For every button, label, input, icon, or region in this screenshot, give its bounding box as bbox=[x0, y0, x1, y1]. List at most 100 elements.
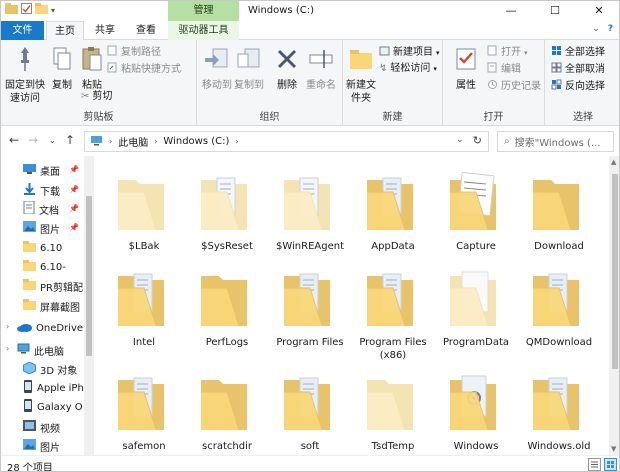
folder-item[interactable]: scratchdir bbox=[187, 370, 267, 466]
search-icon: ⌕ bbox=[504, 136, 510, 147]
refresh-icon[interactable]: ↻ bbox=[473, 134, 482, 147]
new-item-label: 新建项目 bbox=[393, 47, 433, 58]
edit-button[interactable]: 编辑 bbox=[487, 62, 521, 78]
folder-item[interactable]: Intel bbox=[104, 266, 184, 362]
folder-item[interactable]: safemon bbox=[104, 370, 184, 466]
tab-file[interactable]: 文件 bbox=[1, 21, 44, 40]
up-arrow-icon[interactable]: ↑ bbox=[65, 133, 75, 147]
nav-item-label: OneDrive bbox=[36, 322, 84, 334]
delete-x-icon bbox=[273, 45, 301, 77]
forward-arrow-icon[interactable]: → bbox=[28, 133, 38, 147]
new-folder-qat-icon[interactable] bbox=[35, 3, 48, 17]
nav-pane-scroll-thumb[interactable] bbox=[86, 196, 92, 356]
history-button[interactable]: 历史记录 bbox=[487, 79, 541, 95]
select-none-button[interactable]: 全部取消 bbox=[551, 62, 605, 78]
properties-check-icon[interactable] bbox=[21, 3, 32, 17]
history-icon bbox=[487, 79, 498, 95]
scroll-down-icon[interactable]: ▼ bbox=[611, 445, 616, 453]
copy-path-icon bbox=[107, 45, 118, 61]
folder-item[interactable]: QMDownload bbox=[519, 266, 599, 362]
folder-name: Program Files bbox=[276, 337, 344, 348]
folder-icon bbox=[197, 370, 259, 437]
copy-button[interactable]: 复制 bbox=[47, 45, 77, 92]
folder-name: soft bbox=[300, 441, 320, 452]
folder-item[interactable]: Windows bbox=[436, 370, 516, 466]
select-group: 全部选择 全部取消 反向选择 选择 bbox=[545, 40, 619, 126]
folder-item[interactable]: AppData bbox=[353, 170, 433, 266]
folder-item[interactable]: Program Files (x86) bbox=[353, 266, 433, 362]
folder-item[interactable]: Windows.old bbox=[519, 370, 599, 466]
nav-item-label: Galaxy O bbox=[37, 401, 83, 413]
details-view-icon[interactable] bbox=[588, 458, 601, 471]
onedrive-expand-chevron-icon[interactable]: › bbox=[6, 322, 9, 331]
pin-icon: 📌 bbox=[69, 185, 79, 194]
folder-name: Download bbox=[534, 241, 584, 252]
new-folder-button[interactable]: 新建文件夹 bbox=[345, 45, 377, 105]
qat-dropdown-icon[interactable]: ▾ bbox=[51, 6, 55, 15]
minimize-button[interactable]: — bbox=[489, 1, 533, 21]
ribbon: 固定到快速访问 复制 粘贴 复制路径 粘贴快捷方式 ✂ 剪切 剪贴板 移动到 复… bbox=[1, 40, 619, 126]
address-bar[interactable]: › 此电脑 › Windows (C:) › ⌄ ↻ bbox=[84, 131, 489, 152]
folder-item[interactable]: ProgramData bbox=[436, 266, 516, 362]
select-all-button[interactable]: 全部选择 bbox=[551, 45, 605, 61]
folder-icon bbox=[23, 260, 36, 274]
content-scrollbar[interactable]: ▲ ▼ bbox=[609, 156, 619, 455]
pin-quick-access-button[interactable]: 固定到快速访问 bbox=[3, 45, 47, 105]
address-dropdown-icon[interactable]: ⌄ bbox=[456, 134, 464, 145]
tab-share[interactable]: 共享 bbox=[87, 21, 123, 40]
select-none-icon bbox=[551, 62, 562, 78]
folder-icon bbox=[114, 266, 176, 333]
invert-selection-button[interactable]: 反向选择 bbox=[551, 79, 605, 95]
search-box[interactable]: ⌕ 搜索"Windows (... bbox=[497, 131, 614, 152]
new-item-button[interactable]: 新建项目 ▾ bbox=[379, 45, 440, 61]
delete-button[interactable]: 删除 bbox=[273, 45, 301, 92]
nav-item-label: 桌面 bbox=[40, 166, 60, 178]
easy-access-button[interactable]: ↯ 轻松访问 ▾ bbox=[379, 62, 437, 76]
new-folder-icon bbox=[345, 45, 377, 77]
move-to-icon bbox=[201, 45, 233, 77]
folder-item[interactable]: Program Files bbox=[270, 266, 350, 362]
paste-button[interactable]: 粘贴 bbox=[77, 45, 107, 92]
pin-icon: 📌 bbox=[69, 165, 79, 174]
open-group: 属性 打开 ▾ 编辑 历史记录 打开 bbox=[443, 40, 545, 126]
copy-path-button[interactable]: 复制路径 bbox=[107, 45, 161, 61]
nav-pane-scrollbar[interactable] bbox=[84, 156, 94, 455]
help-icon[interactable]: ? bbox=[608, 24, 613, 34]
open-button[interactable]: 打开 ▾ bbox=[487, 45, 528, 61]
breadcrumb-this-pc[interactable]: 此电脑 bbox=[118, 134, 148, 149]
collapse-ribbon-icon[interactable]: ⌄ bbox=[592, 24, 600, 34]
folder-item[interactable]: soft bbox=[270, 370, 350, 466]
close-button[interactable]: ✕ bbox=[577, 1, 619, 21]
this-pc-expand-chevron-icon[interactable]: › bbox=[6, 344, 9, 353]
folder-item[interactable]: Capture bbox=[436, 170, 516, 266]
rename-button[interactable]: 重命名 bbox=[303, 45, 339, 92]
maximize-button[interactable]: ☐ bbox=[533, 1, 577, 21]
breadcrumb-drive-c[interactable]: Windows (C:) bbox=[163, 136, 229, 147]
copy-to-button[interactable]: 复制到 bbox=[233, 45, 265, 92]
properties-button[interactable]: 属性 bbox=[451, 45, 481, 92]
new-folder-label: 新建文件夹 bbox=[346, 80, 376, 104]
tab-home[interactable]: 主页 bbox=[46, 21, 84, 41]
invert-selection-label: 反向选择 bbox=[565, 81, 605, 92]
scroll-up-icon[interactable]: ▲ bbox=[611, 158, 616, 166]
folder-item[interactable]: PerfLogs bbox=[187, 266, 267, 362]
folder-item[interactable]: $WinREAgent bbox=[270, 170, 350, 266]
folder-name: Windows.old bbox=[527, 441, 591, 452]
folder-item[interactable]: Download bbox=[519, 170, 599, 266]
back-arrow-icon[interactable]: ← bbox=[9, 133, 19, 147]
this-pc-small-icon bbox=[90, 135, 103, 149]
tab-view[interactable]: 查看 bbox=[126, 21, 166, 40]
file-list-area: $LBak $SysReset $WinREAgent AppData Capture D… bbox=[94, 156, 619, 455]
content-scroll-thumb[interactable] bbox=[612, 174, 618, 369]
recent-locations-chevron-icon[interactable]: ⌄ bbox=[49, 136, 56, 145]
folder-name: Windows bbox=[453, 441, 499, 452]
folder-item[interactable]: TsdTemp bbox=[353, 370, 433, 466]
large-icons-view-icon[interactable] bbox=[604, 458, 617, 471]
folder-item[interactable]: $SysReset bbox=[187, 170, 267, 266]
move-to-button[interactable]: 移动到 bbox=[201, 45, 233, 92]
cut-button[interactable]: ✂ 剪切 bbox=[81, 90, 112, 104]
tab-drive-tools[interactable]: 驱动器工具 bbox=[168, 21, 239, 40]
properties-label: 属性 bbox=[456, 80, 476, 91]
folder-item[interactable]: $LBak bbox=[104, 170, 184, 266]
paste-shortcut-button[interactable]: 粘贴快捷方式 bbox=[107, 62, 181, 78]
